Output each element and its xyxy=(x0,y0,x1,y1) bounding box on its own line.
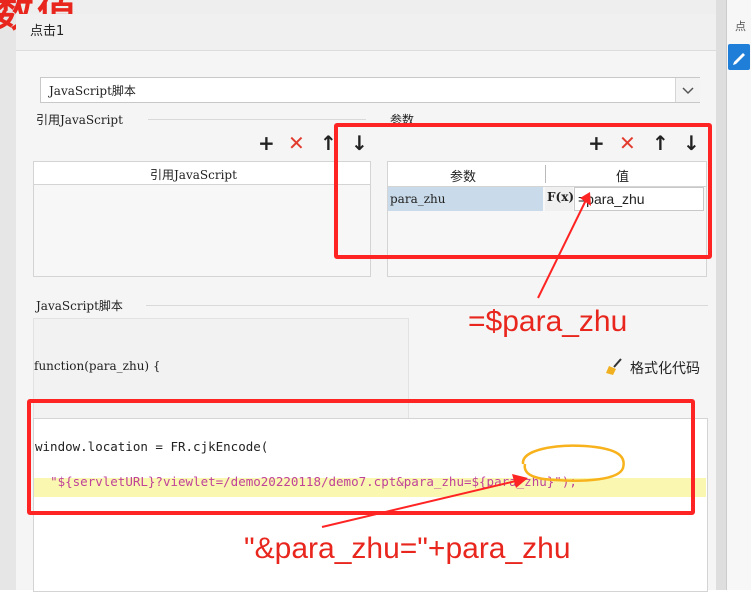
annotation-top: =$para_zhu xyxy=(468,305,628,338)
annotation-bottom: "&para_zhu="+para_zhu xyxy=(244,532,571,565)
arrow-annotations xyxy=(321,192,591,528)
